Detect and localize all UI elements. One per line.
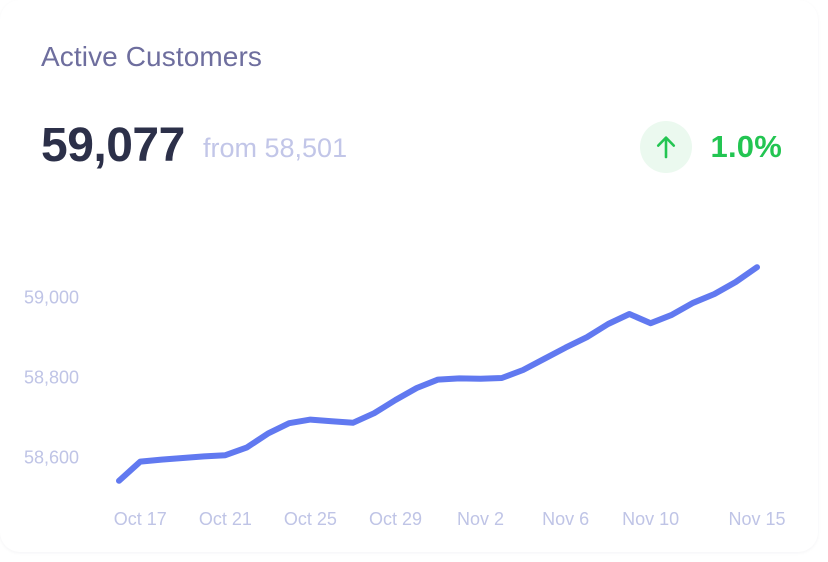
x-axis: Oct 17 Oct 21 Oct 25 Oct 29 Nov 2 Nov 6 Nov 10… <box>0 509 818 539</box>
series-line-active-customers <box>116 264 760 484</box>
y-axis-tick-label: 58,600 <box>23 447 79 468</box>
x-axis-tick-label: Nov 2 <box>457 509 505 529</box>
x-axis-tick-label: Nov 6 <box>542 509 590 529</box>
x-axis-tick-label: Oct 29 <box>368 509 422 529</box>
chart-canvas <box>116 264 760 484</box>
active-customers-card: Active Customers 59,077 from 58,501 1.0%… <box>0 0 818 552</box>
line-chart: 58,600 58,800 59,000 Oct 17 Oct 21 Oct 25 Oct… <box>0 0 818 552</box>
x-axis-tick-label: Nov 15 <box>728 509 786 529</box>
y-axis-tick-label: 58,800 <box>23 367 79 388</box>
x-axis-tick-label: Nov 10 <box>622 509 680 529</box>
y-axis-tick-label: 59,000 <box>23 287 79 308</box>
x-axis-tick-label: Oct 25 <box>283 509 337 529</box>
x-axis-tick-label: Oct 17 <box>113 509 167 529</box>
x-axis-tick-label: Oct 21 <box>198 509 252 529</box>
